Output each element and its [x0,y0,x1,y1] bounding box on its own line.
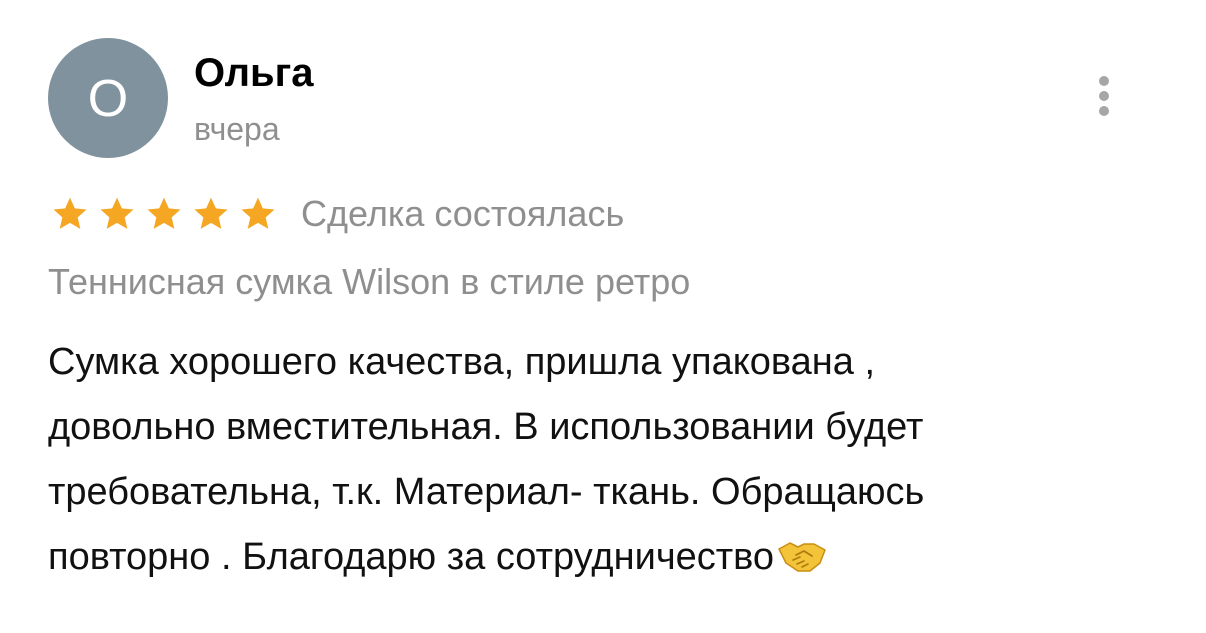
review-date: вчера [194,111,280,147]
more-vertical-icon [1097,74,1111,123]
review-text: Сумка хорошего качества, пришла упакован… [48,330,1168,590]
deal-status: Сделка состоялась [301,193,625,234]
star-icon [97,194,137,234]
author-name[interactable]: Ольга [194,50,314,96]
rating-row: Сделка состоялась [50,190,624,238]
star-icon [238,194,278,234]
review-text-line: Сумка хорошего качества, пришла упакован… [48,341,876,383]
avatar-initial: О [87,70,129,128]
review-text-line: повторно . Благодарю за сотрудничество [48,536,775,578]
review-text-line-last: повторно . Благодарю за сотрудничество [48,525,1168,590]
star-icon [144,194,184,234]
product-title[interactable]: Теннисная сумка Wilson в стиле ретро [48,260,690,304]
review-card: О Ольга вчера Сделка состоялась Теннисна… [0,0,1206,633]
more-options-button[interactable] [1088,72,1120,124]
star-rating [50,194,285,234]
review-text-line: требовательна, т.к. Материал- ткань. Обр… [48,471,925,513]
star-icon [191,194,231,234]
avatar[interactable]: О [48,38,168,158]
star-icon [50,194,90,234]
handshake-icon [776,531,828,572]
review-text-line: довольно вместительная. В использовании … [48,406,924,448]
